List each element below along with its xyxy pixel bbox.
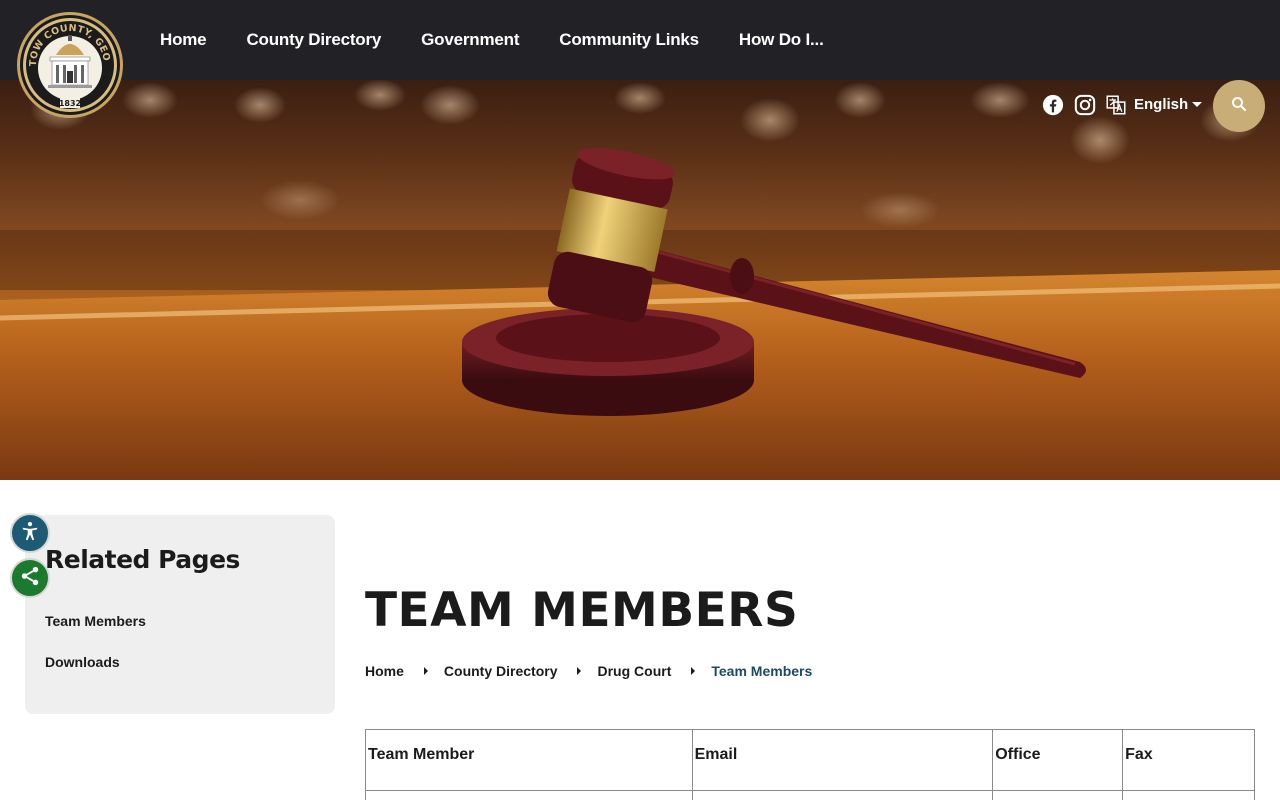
share-icon <box>19 565 41 592</box>
accessibility-button[interactable] <box>10 513 50 553</box>
table-cell <box>1122 790 1255 800</box>
breadcrumb-arrow-icon <box>691 667 696 675</box>
column-email: Email <box>691 729 994 791</box>
breadcrumb-current: Team Members <box>711 663 813 679</box>
language-selector[interactable]: English <box>1134 96 1203 113</box>
translate-icon[interactable] <box>1106 95 1126 115</box>
main-nav: Home County Directory Government Communi… <box>160 0 824 80</box>
table-row <box>365 790 1255 800</box>
nav-government[interactable]: Government <box>421 30 519 50</box>
breadcrumb-drug-court[interactable]: Drug Court <box>597 663 671 679</box>
nav-county-directory[interactable]: County Directory <box>246 30 381 50</box>
instagram-icon[interactable] <box>1074 94 1096 116</box>
utility-bar: English <box>1000 80 1280 132</box>
nav-home[interactable]: Home <box>160 30 207 50</box>
seal-year: 1832 <box>59 99 81 108</box>
breadcrumb-county-directory[interactable]: County Directory <box>444 663 558 679</box>
breadcrumb-arrow-icon <box>423 667 428 675</box>
share-button[interactable] <box>10 558 50 598</box>
column-office: Office <box>992 729 1124 791</box>
breadcrumb-home[interactable]: Home <box>365 663 404 679</box>
language-label: English <box>1134 96 1189 113</box>
column-fax: Fax <box>1122 729 1255 791</box>
site-header: Home County Directory Government Communi… <box>0 0 1280 80</box>
chevron-down-icon <box>1192 102 1203 107</box>
breadcrumb: Home County Directory Drug Court Team Me… <box>365 663 812 679</box>
team-members-table: Team Member Email Office Fax <box>365 729 1255 800</box>
facebook-icon[interactable] <box>1042 94 1064 116</box>
search-icon <box>1230 95 1248 118</box>
breadcrumb-arrow-icon <box>577 667 582 675</box>
search-button[interactable] <box>1213 80 1265 132</box>
accessibility-icon <box>19 520 41 547</box>
related-pages-heading: Related Pages <box>45 545 240 574</box>
table-cell <box>365 790 693 800</box>
hero-banner-image <box>0 80 1280 480</box>
column-team-member: Team Member <box>365 729 693 791</box>
page-title: TEAM MEMBERS <box>365 583 799 638</box>
related-link-team-members[interactable]: Team Members <box>45 613 146 629</box>
county-seal-logo[interactable]: BARTOW COUNTY, GEORGIA 1832 <box>12 3 124 119</box>
related-link-downloads[interactable]: Downloads <box>45 654 120 670</box>
floating-tools <box>10 513 50 603</box>
nav-how-do-i[interactable]: How Do I... <box>739 30 824 50</box>
nav-community-links[interactable]: Community Links <box>559 30 699 50</box>
table-cell <box>992 790 1124 800</box>
related-pages-panel: Related Pages Team Members Downloads <box>25 515 335 714</box>
table-header-row: Team Member Email Office Fax <box>365 729 1255 791</box>
table-cell <box>691 790 994 800</box>
